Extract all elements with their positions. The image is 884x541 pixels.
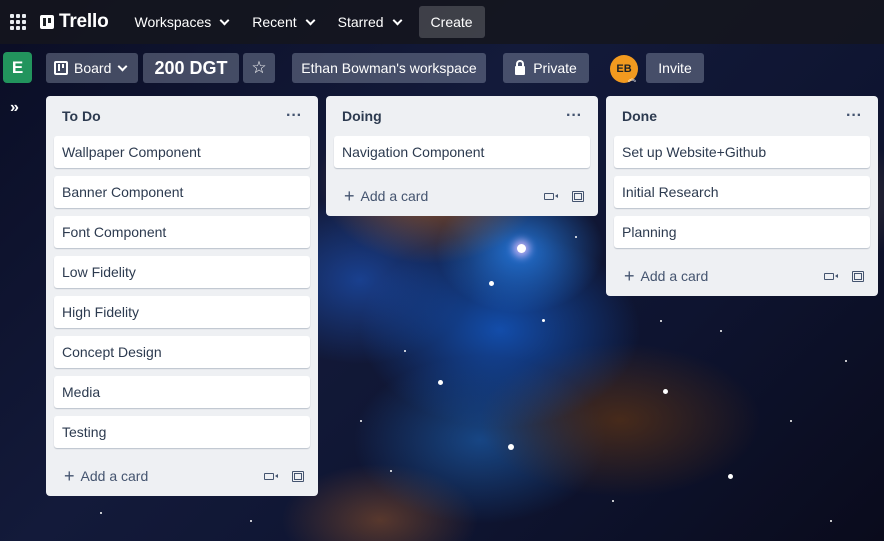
starred-menu[interactable]: Starred bbox=[326, 6, 413, 38]
card[interactable]: Concept Design bbox=[54, 336, 310, 368]
card[interactable]: Banner Component bbox=[54, 176, 310, 208]
create-button[interactable]: Create bbox=[418, 6, 485, 38]
more-options-icon[interactable]: ··· bbox=[846, 107, 862, 125]
star-icon: ☆ bbox=[251, 58, 267, 77]
add-card-button[interactable]: + Add a card bbox=[624, 266, 709, 286]
star-board-button[interactable]: ☆ bbox=[243, 53, 275, 83]
card[interactable]: Initial Research bbox=[614, 176, 870, 208]
card[interactable]: Planning bbox=[614, 216, 870, 248]
list-title[interactable]: Doing bbox=[342, 108, 382, 124]
expand-sidebar-icon[interactable]: » bbox=[10, 99, 19, 117]
lock-icon bbox=[515, 59, 526, 75]
chevron-down-icon bbox=[117, 61, 128, 71]
card[interactable]: Low Fidelity bbox=[54, 256, 310, 288]
list-footer: + Add a card bbox=[614, 256, 870, 296]
workspaces-menu[interactable]: Workspaces bbox=[122, 6, 240, 38]
list-header: Done ··· bbox=[614, 96, 870, 136]
list-header: To Do ··· bbox=[54, 96, 310, 136]
card[interactable]: High Fidelity bbox=[54, 296, 310, 328]
visibility-button[interactable]: Private bbox=[503, 53, 589, 83]
card[interactable]: Testing bbox=[54, 416, 310, 448]
top-navigation: Trello Workspaces Recent Starred Create bbox=[0, 0, 884, 44]
list-doing: Doing ··· Navigation Component + Add a c… bbox=[326, 96, 598, 216]
trello-logo[interactable]: Trello bbox=[40, 11, 109, 33]
workspace-visibility-button[interactable]: Ethan Bowman's workspace bbox=[292, 53, 486, 83]
board-title[interactable]: 200 DGT bbox=[143, 53, 239, 83]
more-options-icon[interactable]: ··· bbox=[286, 107, 302, 125]
board-view-label: Board bbox=[74, 60, 112, 76]
recent-label: Recent bbox=[252, 14, 297, 30]
board-icon bbox=[54, 61, 68, 75]
card[interactable]: Media bbox=[54, 376, 310, 408]
recent-menu[interactable]: Recent bbox=[240, 6, 325, 38]
starred-label: Starred bbox=[337, 14, 384, 30]
video-icon[interactable] bbox=[264, 472, 278, 480]
card[interactable]: Wallpaper Component bbox=[54, 136, 310, 168]
video-icon[interactable] bbox=[824, 272, 838, 280]
app-switcher-icon[interactable] bbox=[10, 14, 26, 30]
board-header: E Board 200 DGT ☆ Ethan Bowman's workspa… bbox=[0, 44, 884, 92]
add-card-label: Add a card bbox=[360, 188, 429, 204]
chevron-down-icon bbox=[305, 15, 316, 25]
trello-logo-icon bbox=[40, 15, 54, 29]
card[interactable]: Navigation Component bbox=[334, 136, 590, 168]
logo-text: Trello bbox=[59, 11, 109, 32]
list-footer: + Add a card bbox=[334, 176, 590, 216]
more-options-icon[interactable]: ··· bbox=[566, 107, 582, 125]
list-todo: To Do ··· Wallpaper Component Banner Com… bbox=[46, 96, 318, 496]
plus-icon: + bbox=[344, 186, 355, 206]
plus-icon: + bbox=[64, 466, 75, 486]
chevron-down-icon bbox=[219, 15, 230, 25]
list-header: Doing ··· bbox=[334, 96, 590, 136]
workspace-avatar[interactable]: E bbox=[3, 52, 32, 83]
board-view-switcher[interactable]: Board bbox=[46, 53, 138, 83]
list-title[interactable]: Done bbox=[622, 108, 657, 124]
invite-button[interactable]: Invite bbox=[646, 53, 704, 83]
create-from-template-icon[interactable] bbox=[292, 470, 304, 482]
workspaces-label: Workspaces bbox=[134, 14, 212, 30]
list-done: Done ··· Set up Website+Github Initial R… bbox=[606, 96, 878, 296]
admin-chevron-icon: ︽ bbox=[628, 74, 636, 83]
add-card-button[interactable]: + Add a card bbox=[64, 466, 149, 486]
chevron-down-icon bbox=[392, 15, 402, 25]
add-card-label: Add a card bbox=[80, 468, 149, 484]
list-title[interactable]: To Do bbox=[62, 108, 101, 124]
create-from-template-icon[interactable] bbox=[852, 270, 864, 282]
plus-icon: + bbox=[624, 266, 635, 286]
create-from-template-icon[interactable] bbox=[572, 190, 584, 202]
card[interactable]: Set up Website+Github bbox=[614, 136, 870, 168]
add-card-label: Add a card bbox=[640, 268, 709, 284]
video-icon[interactable] bbox=[544, 192, 558, 200]
add-card-button[interactable]: + Add a card bbox=[344, 186, 429, 206]
visibility-label: Private bbox=[533, 60, 577, 76]
list-footer: + Add a card bbox=[54, 456, 310, 496]
card[interactable]: Font Component bbox=[54, 216, 310, 248]
